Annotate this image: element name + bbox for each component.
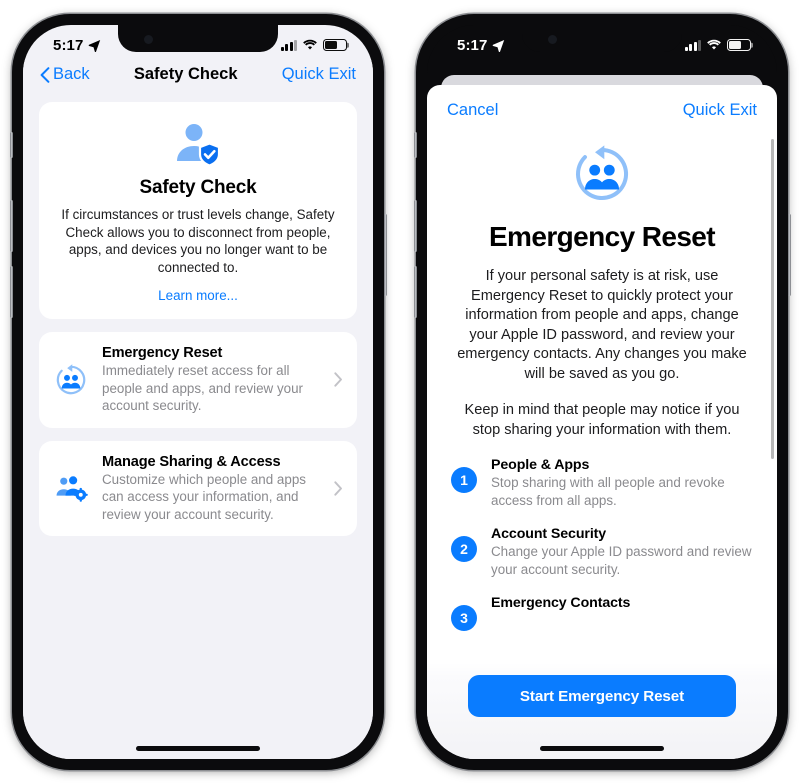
hero-description: If circumstances or trust levels change,… xyxy=(61,207,335,275)
step-subtitle: Stop sharing with all people and revoke … xyxy=(491,475,725,508)
phone-left-screen: 5:17 Back Safety Check Quick Exit Safety… xyxy=(23,25,373,759)
safety-check-body: Safety Check If circumstances or trust l… xyxy=(23,96,373,759)
cellular-bars-icon xyxy=(280,39,297,51)
sheet-paragraph-2: Keep in mind that people may notice if y… xyxy=(464,402,740,438)
status-bar: 5:17 xyxy=(427,25,777,59)
chevron-right-icon xyxy=(331,372,345,387)
quick-exit-label: Quick Exit xyxy=(682,101,757,119)
step-item: 1 People & Apps Stop sharing with all pe… xyxy=(451,457,753,509)
step-number-badge: 2 xyxy=(451,536,477,562)
home-indicator[interactable] xyxy=(540,746,664,751)
safety-check-hero-card: Safety Check If circumstances or trust l… xyxy=(39,102,357,319)
volume-down-button[interactable] xyxy=(9,266,13,318)
status-right xyxy=(684,39,751,51)
sheet-title: Emergency Reset xyxy=(488,221,716,252)
status-right xyxy=(280,39,347,51)
emergency-reset-sheet: Cancel Quick Exit Emergency Reset If you… xyxy=(427,85,777,759)
list-item-text: Emergency Reset Immediately reset access… xyxy=(102,345,318,415)
start-emergency-reset-button[interactable]: Start Emergency Reset xyxy=(468,675,736,717)
sheet-nav-bar: Cancel Quick Exit xyxy=(427,85,777,128)
wifi-icon xyxy=(707,39,721,50)
list-item-manage-sharing-access[interactable]: Manage Sharing & Access Customize which … xyxy=(39,440,357,536)
status-left: 5:17 xyxy=(53,37,101,54)
step-item: 3 Emergency Contacts xyxy=(451,595,753,631)
list-item-title: Manage Sharing & Access xyxy=(102,453,281,470)
phone-right: 5:17 Cancel Quick Exit Emergency Reset I… xyxy=(413,14,791,770)
phone-right-screen: 5:17 Cancel Quick Exit Emergency Reset I… xyxy=(427,25,777,759)
status-time: 5:17 xyxy=(53,36,84,54)
location-arrow-icon xyxy=(493,39,505,52)
volume-down-button[interactable] xyxy=(413,266,417,318)
step-number-badge: 3 xyxy=(451,605,477,631)
cancel-button[interactable]: Cancel xyxy=(447,101,498,120)
sheet-bottom-bar: Start Emergency Reset xyxy=(427,663,777,759)
status-left: 5:17 xyxy=(457,37,505,54)
sheet-paragraph-1: If your personal safety is at risk, use … xyxy=(457,268,747,382)
list-item-subtitle: Customize which people and apps can acce… xyxy=(102,471,306,522)
steps-list: 1 People & Apps Stop sharing with all pe… xyxy=(451,457,753,631)
step-text: Account Security Change your Apple ID pa… xyxy=(491,526,753,578)
battery-icon xyxy=(727,39,751,51)
step-number-badge: 1 xyxy=(451,467,477,493)
wifi-icon xyxy=(303,39,317,50)
status-bar: 5:17 xyxy=(23,25,373,59)
person-with-shield-check-icon xyxy=(57,122,339,168)
step-title: Account Security xyxy=(491,526,607,542)
step-title: People & Apps xyxy=(491,457,590,473)
status-time: 5:17 xyxy=(457,36,488,54)
list-item-title: Emergency Reset xyxy=(102,345,223,361)
quick-exit-button[interactable]: Quick Exit xyxy=(683,101,757,120)
cancel-label: Cancel xyxy=(447,101,499,119)
chevron-right-icon xyxy=(331,481,345,496)
list-item-text: Manage Sharing & Access Customize which … xyxy=(102,454,318,524)
hero-title: Safety Check xyxy=(139,177,257,198)
learn-more-link[interactable]: Learn more... xyxy=(57,288,339,303)
step-title: Emergency Contacts xyxy=(491,595,631,611)
scrollbar[interactable] xyxy=(771,139,774,459)
location-arrow-icon xyxy=(89,39,101,52)
power-button[interactable] xyxy=(787,214,791,296)
two-phone-comparison: 5:17 Back Safety Check Quick Exit Safety… xyxy=(0,0,800,784)
power-button[interactable] xyxy=(383,214,387,296)
step-item: 2 Account Security Change your Apple ID … xyxy=(451,526,753,578)
people-gear-icon xyxy=(53,473,89,503)
list-item-emergency-reset[interactable]: Emergency Reset Immediately reset access… xyxy=(39,332,357,428)
back-label: Back xyxy=(53,65,90,83)
chevron-left-icon xyxy=(40,66,50,83)
people-reset-arrow-icon xyxy=(451,143,753,205)
step-subtitle: Change your Apple ID password and review… xyxy=(491,544,752,577)
quick-exit-label: Quick Exit xyxy=(281,65,356,83)
phone-left: 5:17 Back Safety Check Quick Exit Safety… xyxy=(9,14,387,770)
list-item-subtitle: Immediately reset access for all people … xyxy=(102,363,303,413)
battery-icon xyxy=(323,39,347,51)
step-text: People & Apps Stop sharing with all peop… xyxy=(491,457,753,509)
back-button[interactable]: Back xyxy=(40,65,90,84)
people-reset-arrow-icon xyxy=(53,363,89,397)
home-indicator[interactable] xyxy=(136,746,260,751)
nav-bar: Back Safety Check Quick Exit xyxy=(23,59,373,96)
quick-exit-button[interactable]: Quick Exit xyxy=(282,65,356,84)
cellular-bars-icon xyxy=(684,39,701,51)
step-text: Emergency Contacts xyxy=(491,595,753,612)
page-title: Safety Check xyxy=(133,65,238,83)
